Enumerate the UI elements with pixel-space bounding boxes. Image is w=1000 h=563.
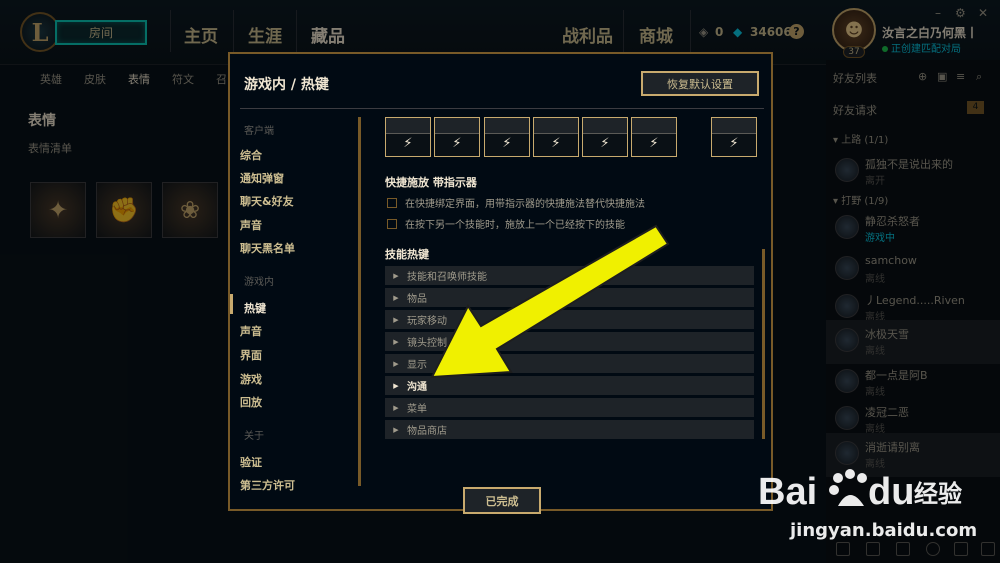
watermark-logo-text2: du xyxy=(868,471,914,513)
watermark-logo-text: Bai xyxy=(758,471,817,513)
paw-icon xyxy=(829,469,867,506)
watermark-logo-cn: 经验 xyxy=(914,480,962,508)
arrow-shape xyxy=(430,224,670,379)
watermark-url: jingyan.baidu.com xyxy=(790,520,978,541)
baidu-watermark-logo: Bai du 经验 xyxy=(758,469,962,513)
